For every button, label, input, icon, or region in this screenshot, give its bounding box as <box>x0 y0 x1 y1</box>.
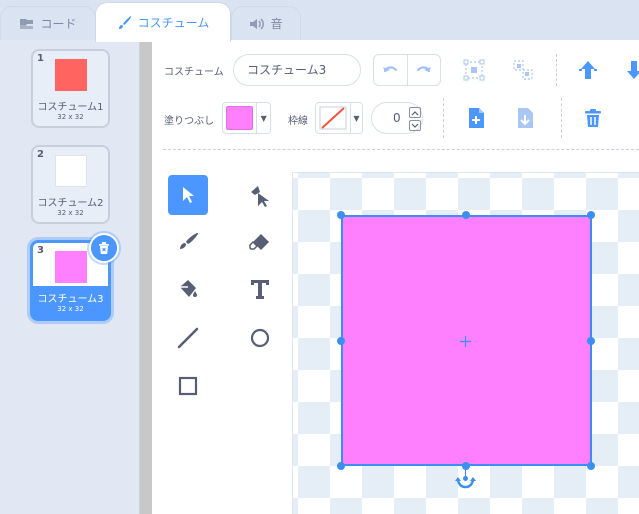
cursor-arrow-icon <box>183 187 194 203</box>
arrow-up-icon <box>579 61 597 79</box>
costume-size: 32 x 32 <box>57 209 84 217</box>
delete-costume-button[interactable] <box>89 233 119 263</box>
redo-button[interactable] <box>406 55 441 85</box>
outline-label: 枠線 <box>288 116 308 127</box>
undo-redo-group <box>373 54 441 86</box>
increment-button[interactable] <box>409 107 421 118</box>
speaker-icon <box>250 17 265 30</box>
ungroup-icon <box>513 60 533 80</box>
text-t-icon <box>251 280 269 299</box>
costume-thumbnail <box>55 59 87 91</box>
costume-name: コスチューム3 <box>37 294 104 305</box>
backward-button[interactable] <box>622 58 639 82</box>
delete-button[interactable] <box>581 106 605 130</box>
line-icon <box>177 327 199 349</box>
paint-bucket-icon <box>180 280 197 297</box>
copy-button[interactable] <box>464 106 488 130</box>
costume-name-input[interactable]: コスチューム3 <box>233 54 361 86</box>
costume-size: 32 x 32 <box>57 113 84 121</box>
costume-thumbnail <box>55 251 87 283</box>
fill-tool[interactable] <box>168 269 208 309</box>
resize-handle[interactable] <box>337 337 345 345</box>
costume-number: 2 <box>37 149 44 160</box>
tab-sounds[interactable]: 音 <box>231 6 301 40</box>
trash-icon <box>99 242 109 254</box>
line-tool[interactable] <box>168 318 208 358</box>
costume-name: コスチューム2 <box>37 198 104 209</box>
resize-handle[interactable] <box>587 211 595 219</box>
toolbar-separator <box>443 98 444 138</box>
paintbrush-icon <box>118 15 131 29</box>
eraser-icon <box>249 234 269 250</box>
costume-name: コスチューム1 <box>37 102 104 113</box>
circle-icon <box>250 328 270 348</box>
costume-number: 3 <box>37 245 44 256</box>
resize-handle[interactable] <box>587 462 595 470</box>
fill-color-swatch <box>223 103 256 133</box>
rectangle-tool[interactable] <box>168 366 208 406</box>
forward-button[interactable] <box>576 58 600 82</box>
tab-costumes[interactable]: コスチューム <box>95 2 231 42</box>
undo-icon <box>383 66 398 73</box>
copy-icon <box>469 108 484 128</box>
resize-handle[interactable] <box>337 211 345 219</box>
reshape-icon <box>251 186 269 207</box>
brush-tool[interactable] <box>168 222 208 262</box>
outline-width-value: 0 <box>393 111 401 125</box>
paste-button[interactable] <box>513 106 537 130</box>
outline-width-input[interactable]: 0 <box>371 102 423 134</box>
circle-tool[interactable] <box>240 318 280 358</box>
resize-handle[interactable] <box>462 462 470 470</box>
tab-costumes-label: コスチューム <box>137 16 210 30</box>
chevron-up-icon <box>411 110 419 115</box>
tab-bar: コード コスチューム 音 <box>0 0 639 42</box>
resize-handle[interactable] <box>462 211 470 219</box>
decrement-button[interactable] <box>409 120 421 131</box>
ungroup-button[interactable] <box>511 58 535 82</box>
costume-item-1[interactable]: 1 コスチューム1 32 x 32 <box>31 49 110 128</box>
tab-sounds-label: 音 <box>270 17 283 31</box>
costume-name-label: コスチューム <box>164 67 224 78</box>
chevron-down-icon: ▼ <box>256 103 270 133</box>
paste-icon <box>518 108 533 128</box>
group-button[interactable] <box>462 58 486 82</box>
redo-icon <box>416 66 431 73</box>
costume-item-2[interactable]: 2 コスチューム2 32 x 32 <box>31 145 110 224</box>
rectangle-icon <box>178 376 198 396</box>
reshape-tool[interactable] <box>240 175 280 215</box>
costume-size: 32 x 32 <box>57 305 84 313</box>
costume-thumbnail <box>55 155 87 187</box>
select-tool[interactable] <box>168 175 208 215</box>
text-tool[interactable] <box>240 269 280 309</box>
costume-list: 1 コスチューム1 32 x 32 2 コスチューム2 32 x 32 3 コス… <box>0 40 140 514</box>
center-crosshair-icon <box>460 336 471 347</box>
tab-code-label: コード <box>40 17 77 31</box>
brush-icon <box>180 232 199 249</box>
rotate-icon[interactable] <box>455 476 476 490</box>
outline-color-swatch <box>316 103 350 133</box>
chevron-down-icon <box>411 123 419 128</box>
chevron-down-icon: ▼ <box>350 103 362 133</box>
fill-label: 塗りつぶし <box>164 116 215 127</box>
resize-handle[interactable] <box>587 337 595 345</box>
undo-button[interactable] <box>374 55 407 85</box>
code-blocks-icon <box>20 18 34 29</box>
costume-number: 1 <box>37 53 44 64</box>
fill-color-picker[interactable]: ▼ <box>222 102 271 134</box>
panel-divider <box>140 40 152 514</box>
group-icon <box>463 59 485 81</box>
tab-code[interactable]: コード <box>0 6 96 40</box>
toolbar-separator <box>556 54 557 86</box>
resize-handle[interactable] <box>337 462 345 470</box>
trash-icon <box>585 109 601 127</box>
toolbar-divider <box>163 149 639 150</box>
arrow-down-icon <box>627 61 639 79</box>
outline-color-picker[interactable]: ▼ <box>315 102 363 134</box>
eraser-tool[interactable] <box>240 222 280 262</box>
toolbar-separator <box>561 98 562 138</box>
